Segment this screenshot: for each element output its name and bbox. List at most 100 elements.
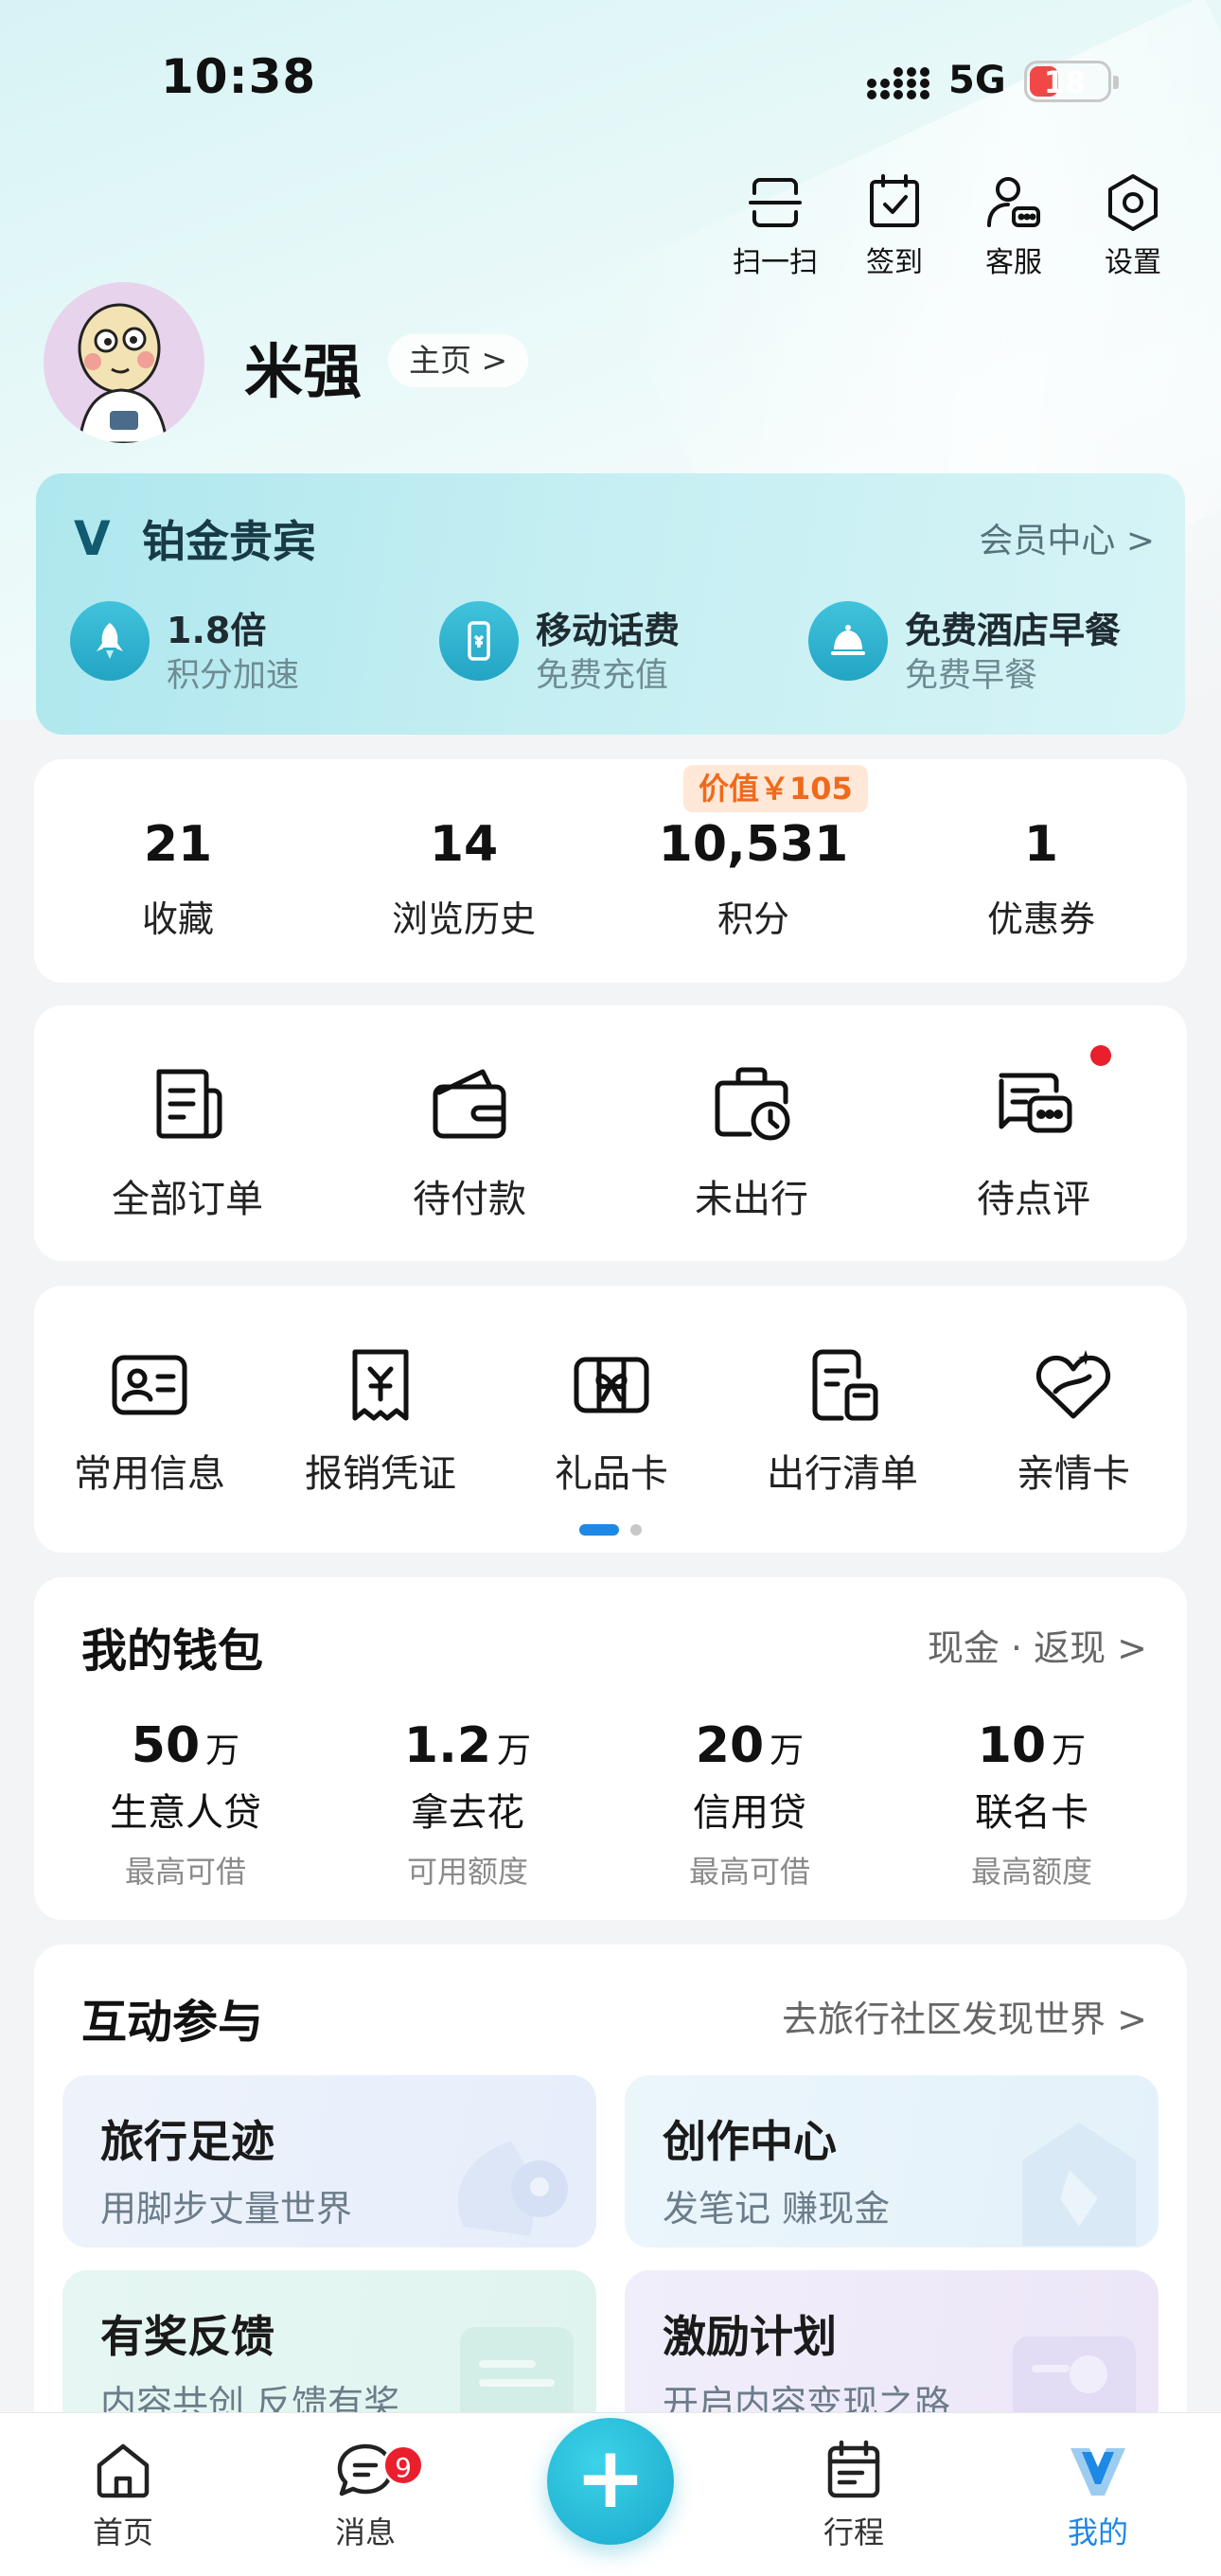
- scan-button[interactable]: 扫一扫: [723, 172, 827, 280]
- wallet-unit: 万: [770, 1732, 805, 1770]
- benefit-hotel-breakfast[interactable]: 免费酒店早餐 免费早餐: [808, 601, 1121, 695]
- creator-decor-icon: [1022, 2123, 1136, 2246]
- phone-icon: [439, 601, 519, 681]
- pending-review-button[interactable]: 待点评: [892, 1058, 1176, 1223]
- itinerary-icon: [827, 2440, 880, 2498]
- wallet-product: 信用贷: [693, 1791, 806, 1835]
- pager-dot-active: [579, 1524, 619, 1536]
- tab-mine[interactable]: 我的: [1013, 2437, 1183, 2552]
- tab-label: 行程: [823, 2514, 884, 2550]
- settings-button[interactable]: 设置: [1081, 172, 1185, 280]
- upcoming-trips-button[interactable]: 未出行: [610, 1058, 894, 1223]
- tile-subtitle: 用脚步丈量世界: [100, 2188, 353, 2230]
- tab-label: 首页: [92, 2514, 153, 2550]
- member-center-link[interactable]: 会员中心 >: [979, 513, 1155, 562]
- settings-label: 设置: [1105, 246, 1161, 279]
- community-link[interactable]: 去旅行社区发现世界 >: [782, 1990, 1147, 2042]
- wallet-note: 最高可借: [124, 1854, 246, 1890]
- pending-payment-button[interactable]: 待付款: [327, 1058, 611, 1223]
- wallet-amount: 20: [695, 1717, 765, 1774]
- benefit-title: 移动话费: [536, 610, 681, 651]
- tool-label: 出行清单: [767, 1452, 918, 1496]
- stat-label: 积分: [717, 898, 789, 940]
- notification-dot: [1090, 1045, 1111, 1066]
- stat-history[interactable]: 14 浏览历史: [322, 816, 606, 942]
- pager-dot: [630, 1524, 642, 1536]
- gift-card-icon: [574, 1357, 649, 1413]
- tile-title: 激励计划: [663, 2311, 837, 2362]
- all-orders-button[interactable]: 全部订单: [45, 1058, 329, 1223]
- stat-points[interactable]: 10,531 积分: [611, 816, 895, 942]
- membership-card[interactable]: V 铂金贵宾 会员中心 > 1.8倍 积分加速 移动话费 免费充值 免费酒店早餐…: [36, 473, 1185, 735]
- wallet-note: 最高额度: [970, 1854, 1092, 1890]
- stat-coupons[interactable]: 1 优惠券: [899, 816, 1183, 942]
- wallet-business-loan[interactable]: 50 万 生意人贷 最高可借: [44, 1717, 327, 1892]
- rocket-icon: [70, 601, 150, 681]
- home-icon: [97, 2443, 150, 2498]
- customer-service-label: 客服: [985, 246, 1042, 279]
- wallet-natuhua[interactable]: 1.2 万 拿去花 可用额度: [326, 1717, 610, 1892]
- wallet-amount: 50: [131, 1717, 201, 1774]
- benefit-phone-credit[interactable]: 移动话费 免费充值: [439, 601, 680, 695]
- benefit-subtitle: 积分加速: [167, 657, 300, 695]
- wallet-note: 最高可借: [688, 1854, 810, 1890]
- order-label: 待付款: [413, 1178, 526, 1221]
- order-label: 待点评: [977, 1178, 1090, 1221]
- family-card-icon: [1035, 1350, 1111, 1419]
- tile-rewarded-feedback[interactable]: 有奖反馈 内容共创 反馈有奖: [62, 2270, 596, 2431]
- stat-value: 14: [429, 816, 499, 873]
- network-type: 5G: [948, 59, 1006, 102]
- footprint-decor-icon: [457, 2141, 568, 2236]
- checkin-button[interactable]: 签到: [842, 172, 947, 280]
- id-card-icon: [112, 1355, 187, 1415]
- tab-home[interactable]: 首页: [38, 2437, 208, 2552]
- wallet-product: 联名卡: [975, 1791, 1088, 1835]
- home-link-button[interactable]: 主页 >: [388, 334, 529, 387]
- tile-creator-center[interactable]: 创作中心 发笔记 赚现金: [625, 2075, 1159, 2247]
- stat-label: 优惠券: [986, 898, 1095, 940]
- points-value-badge: 价值￥105: [683, 765, 868, 812]
- tile-title: 旅行足迹: [100, 2116, 274, 2167]
- customer-service-icon: [987, 177, 1040, 227]
- status-time: 10:38: [161, 49, 317, 104]
- tool-label: 常用信息: [74, 1452, 225, 1496]
- tool-label: 礼品卡: [555, 1452, 668, 1496]
- tool-expense-receipt[interactable]: 报销凭证: [265, 1342, 496, 1498]
- gear-icon: [1108, 174, 1158, 231]
- stat-value: 1: [1023, 816, 1059, 873]
- tool-travel-checklist[interactable]: 出行清单: [727, 1342, 958, 1498]
- avatar[interactable]: [44, 282, 204, 443]
- tab-messages[interactable]: 消息: [280, 2437, 451, 2552]
- scan-label: 扫一扫: [733, 246, 818, 279]
- create-post-button[interactable]: +: [547, 2418, 674, 2545]
- wallet-credit-loan[interactable]: 20 万 信用贷 最高可借: [608, 1717, 892, 1892]
- username: 米强: [244, 337, 363, 406]
- wallet-cobrand-card[interactable]: 10 万 联名卡 最高额度: [890, 1717, 1174, 1892]
- tool-family-card[interactable]: 亲情卡: [958, 1342, 1189, 1498]
- wallet-note: 可用额度: [406, 1854, 528, 1890]
- tile-incentive-plan[interactable]: 激励计划 开启内容变现之路: [625, 2270, 1159, 2431]
- wallet-product: 生意人贷: [110, 1791, 261, 1835]
- tool-gift-card[interactable]: 礼品卡: [496, 1342, 727, 1498]
- battery-level: 18: [1043, 64, 1087, 100]
- signal-icon: [867, 67, 929, 99]
- stat-favorites[interactable]: 21 收藏: [36, 816, 320, 942]
- receipt-icon: [352, 1349, 409, 1421]
- wallet-cash-link[interactable]: 现金 · 返现 >: [928, 1619, 1147, 1671]
- avatar-illustration: [78, 303, 168, 443]
- benefit-subtitle: 免费充值: [536, 657, 669, 695]
- tab-label: 我的: [1067, 2514, 1128, 2550]
- my-v-icon: [1071, 2448, 1125, 2496]
- vip-logo-icon: V: [74, 511, 111, 566]
- benefit-title: 1.8倍: [167, 610, 267, 651]
- tab-itinerary[interactable]: 行程: [769, 2437, 939, 2552]
- checkin-calendar-icon: [870, 174, 919, 227]
- customer-service-button[interactable]: 客服: [962, 172, 1066, 280]
- tile-travel-footprint[interactable]: 旅行足迹 用脚步丈量世界: [62, 2075, 596, 2247]
- benefit-points-boost[interactable]: 1.8倍 积分加速: [70, 601, 299, 695]
- tool-contact-info[interactable]: 常用信息: [34, 1342, 265, 1498]
- wallet-product: 拿去花: [411, 1791, 524, 1835]
- wallet-icon: [433, 1069, 506, 1139]
- membership-level: 铂金贵宾: [142, 516, 316, 567]
- tile-title: 有奖反馈: [100, 2311, 274, 2362]
